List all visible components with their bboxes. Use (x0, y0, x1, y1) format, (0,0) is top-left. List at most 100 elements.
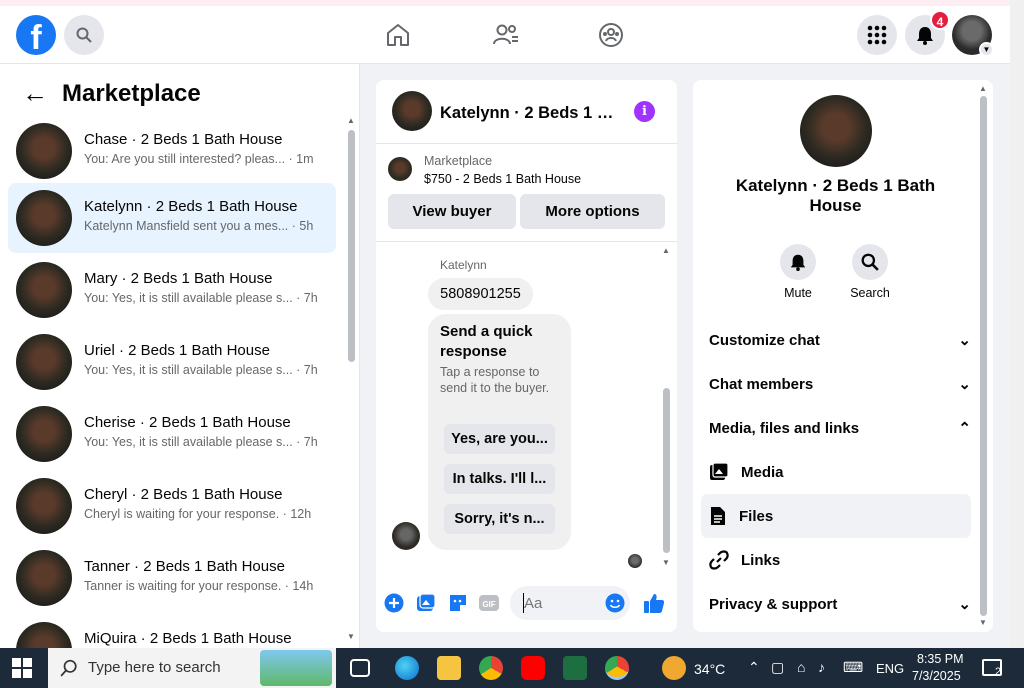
chat-title[interactable]: Katelynn · 2 Beds 1 B... (440, 104, 620, 123)
gif-icon[interactable]: GIF (478, 592, 500, 614)
chevron-down-icon: ⌄ (958, 376, 971, 393)
conversation-list-scrollbar[interactable]: ▲ ▼ (347, 116, 355, 641)
chevron-up-icon[interactable]: ⌃ (748, 659, 760, 676)
sender-avatar (392, 522, 420, 550)
scroll-up-icon[interactable]: ▲ (979, 84, 987, 93)
mute-label: Mute (784, 286, 812, 300)
view-buyer-button[interactable]: View buyer (388, 194, 516, 229)
clock-date[interactable]: 7/3/2025 (912, 669, 961, 683)
scroll-down-icon[interactable]: ▼ (979, 618, 987, 627)
search-button[interactable] (64, 15, 104, 55)
privacy-support-row[interactable]: Privacy & support ⌄ (709, 584, 971, 624)
message-thread: Katelynn 5808901255 Send a quick respons… (376, 242, 677, 578)
taskbar-search-box[interactable]: Type here to search (48, 648, 336, 688)
scroll-down-icon[interactable]: ▼ (662, 558, 670, 567)
media-files-links-row[interactable]: Media, files and links ⌃ (709, 408, 971, 448)
groups-nav-button[interactable] (596, 20, 626, 50)
search-icon[interactable] (852, 244, 888, 280)
conversation-preview: Tanner is waiting for your response. · 1… (84, 579, 314, 593)
file-explorer-icon[interactable] (437, 656, 461, 680)
media-item[interactable]: Media (701, 450, 971, 494)
keyboard-icon[interactable]: ⌨ (843, 659, 863, 676)
quick-response-title: Send a quick response (440, 323, 533, 360)
taskbar-search-placeholder: Type here to search (88, 659, 221, 676)
conversation-preview: You: Yes, it is still available please s… (84, 435, 318, 449)
files-item[interactable]: Files (701, 494, 971, 538)
mute-action[interactable]: Mute (768, 244, 828, 300)
scroll-down-icon[interactable]: ▼ (347, 632, 355, 641)
conversation-item[interactable]: Cheryl · 2 Beds 1 Bath House Cheryl is w… (8, 471, 336, 541)
window-scrollbar[interactable] (1010, 0, 1024, 648)
menu-button[interactable] (857, 15, 897, 55)
chat-members-row[interactable]: Chat members ⌄ (709, 364, 971, 404)
home-nav-button[interactable] (383, 20, 413, 50)
more-options-button[interactable]: More options (520, 194, 665, 229)
links-label: Links (741, 551, 781, 569)
youtube-icon[interactable] (521, 656, 545, 680)
avatar[interactable] (800, 95, 872, 167)
chrome-profile-icon[interactable] (605, 656, 629, 680)
avatar[interactable] (392, 91, 432, 131)
conversation-preview: You: Yes, it is still available please s… (84, 291, 318, 305)
chevron-down-icon[interactable]: ▼ (979, 42, 994, 57)
row-label: Chat members (709, 375, 814, 393)
back-arrow-icon[interactable]: ← (22, 78, 48, 109)
seen-indicator-avatar (628, 554, 642, 568)
conversation-preview: Katelynn Mansfield sent you a mes... · 5… (84, 219, 314, 233)
svg-text:GIF: GIF (482, 600, 495, 609)
conversation-item-active[interactable]: Katelynn · 2 Beds 1 Bath House Katelynn … (8, 183, 336, 253)
conversation-item[interactable]: Chase · 2 Beds 1 Bath House You: Are you… (8, 116, 336, 186)
conversation-item[interactable]: Uriel · 2 Beds 1 Bath House You: Yes, it… (8, 327, 336, 397)
info-panel-scrollbar[interactable]: ▲ ▼ (979, 84, 987, 628)
conversation-name: Cherise · 2 Beds 1 Bath House (84, 414, 291, 431)
facebook-logo-icon[interactable]: f (16, 15, 56, 55)
excel-icon[interactable] (563, 656, 587, 680)
friends-icon (493, 24, 518, 45)
sender-name: Katelynn (440, 258, 487, 272)
customize-chat-row[interactable]: Customize chat ⌄ (709, 320, 971, 360)
weather-icon[interactable] (662, 656, 686, 680)
meet-icon[interactable]: ▢ (771, 659, 784, 676)
temperature-label[interactable]: 34°C (694, 661, 725, 677)
task-view-icon[interactable] (350, 659, 370, 677)
grid-menu-icon (867, 25, 887, 45)
volume-icon[interactable]: ♪ (818, 659, 825, 675)
network-icon[interactable]: ⌂ (797, 659, 805, 675)
friends-nav-button[interactable] (491, 20, 521, 50)
quick-response-option[interactable]: Sorry, it's n... (444, 504, 555, 534)
conversation-item[interactable]: Tanner · 2 Beds 1 Bath House Tanner is w… (8, 543, 336, 613)
home-icon (387, 24, 409, 46)
conversation-item[interactable]: Cherise · 2 Beds 1 Bath House You: Yes, … (8, 399, 336, 469)
scrollbar-thumb[interactable] (348, 130, 355, 362)
scrollbar-thumb[interactable] (663, 388, 670, 553)
chevron-down-icon: ⌄ (958, 596, 971, 613)
language-indicator[interactable]: ENG (876, 661, 904, 676)
bell-icon[interactable] (780, 244, 816, 280)
like-thumb-icon[interactable] (643, 592, 665, 614)
photo-icon[interactable] (415, 592, 437, 614)
search-action[interactable]: Search (840, 244, 900, 300)
scrollbar-thumb[interactable] (980, 96, 987, 616)
edge-browser-icon[interactable] (395, 656, 419, 680)
conversation-item[interactable]: MiQuira · 2 Beds 1 Bath House (8, 615, 336, 648)
quick-response-option[interactable]: Yes, are you... (444, 424, 555, 454)
media-label: Media (741, 463, 784, 481)
listing-price[interactable]: $750 - 2 Beds 1 Bath House (424, 172, 581, 186)
avatar (16, 622, 72, 648)
links-item[interactable]: Links (701, 538, 971, 582)
chrome-browser-icon[interactable] (479, 656, 503, 680)
emoji-icon[interactable] (604, 592, 626, 614)
conversation-item[interactable]: Mary · 2 Beds 1 Bath House You: Yes, it … (8, 255, 336, 325)
chat-header: Katelynn · 2 Beds 1 B... i (376, 80, 677, 144)
quick-response-option[interactable]: In talks. I'll l... (444, 464, 555, 494)
windows-start-icon[interactable] (12, 658, 32, 678)
info-icon[interactable]: i (634, 101, 655, 122)
clock-time[interactable]: 8:35 PM (917, 652, 964, 666)
scroll-up-icon[interactable]: ▲ (662, 246, 670, 255)
sticker-icon[interactable] (447, 592, 469, 614)
scroll-up-icon[interactable]: ▲ (347, 116, 355, 125)
message-scrollbar[interactable]: ▲ ▼ (662, 246, 670, 568)
plus-icon[interactable] (383, 592, 405, 614)
avatar (16, 190, 72, 246)
message-bubble[interactable]: 5808901255 (428, 278, 533, 310)
